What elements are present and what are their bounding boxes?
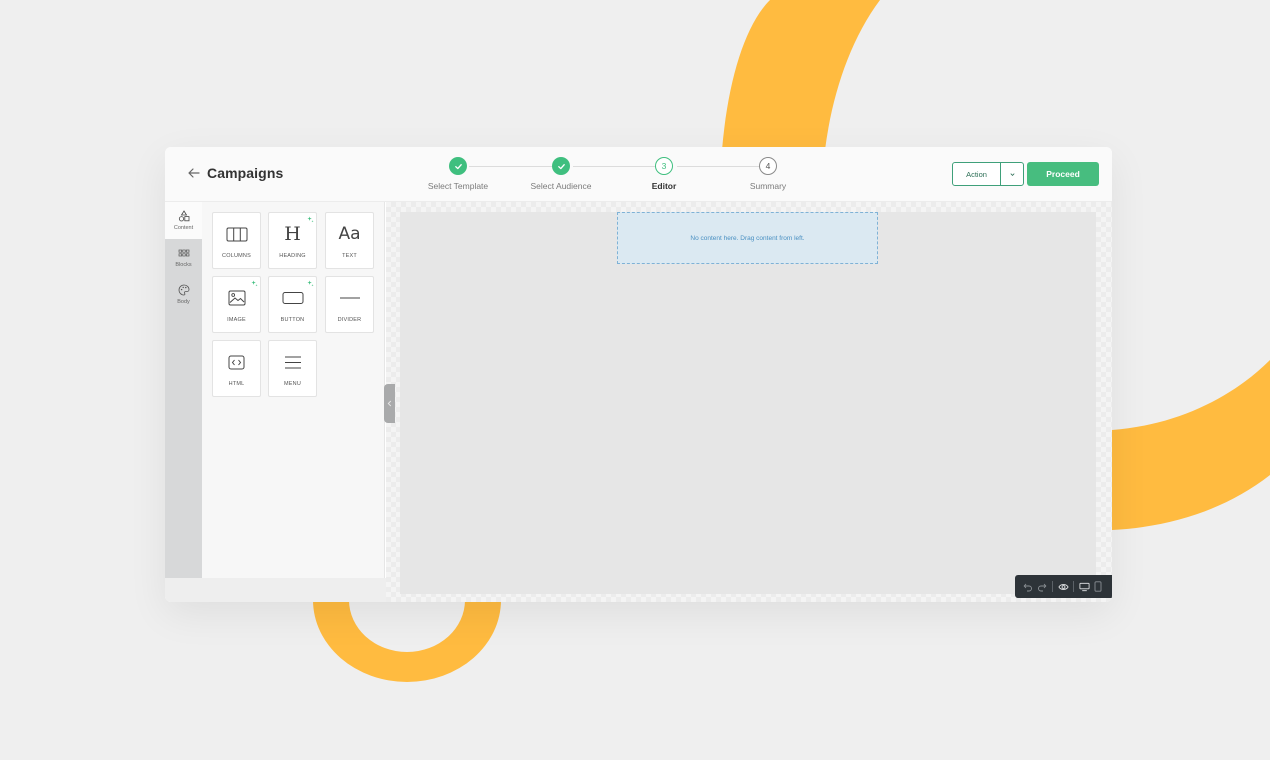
panel-footer — [165, 578, 386, 602]
step-summary[interactable]: 4 Summary — [718, 157, 818, 191]
rail-tab-label: Body — [177, 299, 190, 305]
step-number: 4 — [759, 157, 777, 175]
email-body-canvas[interactable]: No content here. Drag content from left. — [400, 212, 1096, 594]
step-label: Select Audience — [530, 181, 592, 191]
html-icon — [228, 355, 245, 369]
orange-arc-top — [722, 0, 880, 150]
orange-ring-bottom — [313, 600, 501, 682]
editor-header: Campaigns Select Template Select Audienc… — [165, 147, 1112, 202]
undo-button[interactable] — [1021, 580, 1035, 594]
desktop-view-button[interactable] — [1077, 580, 1091, 594]
step-complete-indicator — [552, 157, 570, 175]
back-to-campaigns[interactable]: Campaigns — [187, 165, 283, 181]
rail-tab-label: Content — [173, 225, 194, 231]
palette-icon — [178, 284, 189, 296]
empty-drop-zone[interactable]: No content here. Drag content from left. — [617, 212, 878, 264]
step-label: Editor — [651, 181, 677, 191]
text-icon: Aa — [338, 224, 361, 244]
step-select-audience[interactable]: Select Audience — [511, 157, 611, 191]
tool-divider[interactable]: DIVIDER — [325, 276, 374, 333]
content-tools-panel: COLUMNS H HEADING Aa TEXT IMAGE BUTTON D… — [202, 202, 385, 578]
step-select-template[interactable]: Select Template — [408, 157, 508, 191]
sparkle-icon — [251, 280, 258, 287]
eye-icon — [1057, 583, 1069, 590]
shapes-icon — [178, 210, 189, 222]
mobile-icon — [1094, 581, 1102, 592]
proceed-button[interactable]: Proceed — [1027, 162, 1099, 186]
undo-icon — [1023, 583, 1032, 591]
tool-label: BUTTON — [280, 317, 305, 323]
check-icon — [454, 163, 462, 169]
rail-tab-label: Blocks — [175, 262, 192, 268]
editor-canvas-area: No content here. Drag content from left. — [386, 202, 1112, 602]
desktop-icon — [1079, 582, 1089, 591]
tool-label: IMAGE — [227, 317, 246, 323]
tool-image[interactable]: IMAGE — [212, 276, 261, 333]
step-complete-indicator — [449, 157, 467, 175]
rail-tab-body[interactable]: Body — [165, 276, 202, 313]
toolbar-separator — [1052, 581, 1053, 592]
image-icon — [228, 290, 245, 306]
tool-label: HTML — [228, 381, 245, 387]
chevron-left-icon — [387, 400, 392, 407]
collapse-panel-toggle[interactable] — [384, 384, 395, 423]
action-dropdown-toggle[interactable] — [1000, 163, 1023, 185]
tool-button[interactable]: BUTTON — [268, 276, 317, 333]
step-number: 3 — [655, 157, 673, 175]
redo-button[interactable] — [1035, 580, 1049, 594]
action-split-button: Action — [952, 162, 1024, 186]
rail-tab-blocks[interactable]: Blocks — [165, 239, 202, 276]
tool-text[interactable]: Aa TEXT — [325, 212, 374, 269]
preview-button[interactable] — [1056, 580, 1070, 594]
arrow-left-icon — [188, 168, 200, 178]
action-button[interactable]: Action — [953, 163, 1000, 185]
tool-label: MENU — [284, 381, 301, 387]
step-editor[interactable]: 3 Editor — [614, 157, 714, 191]
sparkle-icon — [307, 280, 314, 287]
step-label: Summary — [749, 181, 787, 191]
canvas-bottom-toolbar — [1015, 575, 1112, 598]
toolbar-separator — [1073, 581, 1074, 592]
campaign-editor-window: Campaigns Select Template Select Audienc… — [165, 147, 1112, 602]
rail-tab-content[interactable]: Content — [165, 202, 202, 239]
editor-side-rail: Content Blocks Body — [165, 202, 202, 578]
step-label: Select Template — [427, 181, 489, 191]
heading-icon: H — [284, 223, 301, 245]
progress-stepper: Select Template Select Audience 3 Editor… — [420, 157, 800, 197]
tool-label: COLUMNS — [222, 253, 251, 259]
tool-menu[interactable]: MENU — [268, 340, 317, 397]
page-title: Campaigns — [207, 165, 284, 181]
divider-icon — [339, 297, 360, 299]
tool-columns[interactable]: COLUMNS — [212, 212, 261, 269]
chevron-down-icon — [1009, 172, 1015, 176]
tool-html[interactable]: HTML — [212, 340, 261, 397]
tool-label: DIVIDER — [337, 317, 362, 323]
tool-label: TEXT — [342, 253, 357, 259]
button-icon — [282, 292, 303, 304]
orange-arc-right — [1112, 360, 1270, 530]
check-icon — [557, 163, 565, 169]
tool-heading[interactable]: H HEADING — [268, 212, 317, 269]
tool-label: HEADING — [279, 253, 306, 259]
columns-icon — [226, 227, 247, 241]
menu-icon — [284, 356, 301, 368]
redo-icon — [1038, 583, 1047, 591]
grid-dots-icon — [178, 249, 189, 257]
sparkle-icon — [307, 216, 314, 223]
mobile-view-button[interactable] — [1091, 580, 1105, 594]
